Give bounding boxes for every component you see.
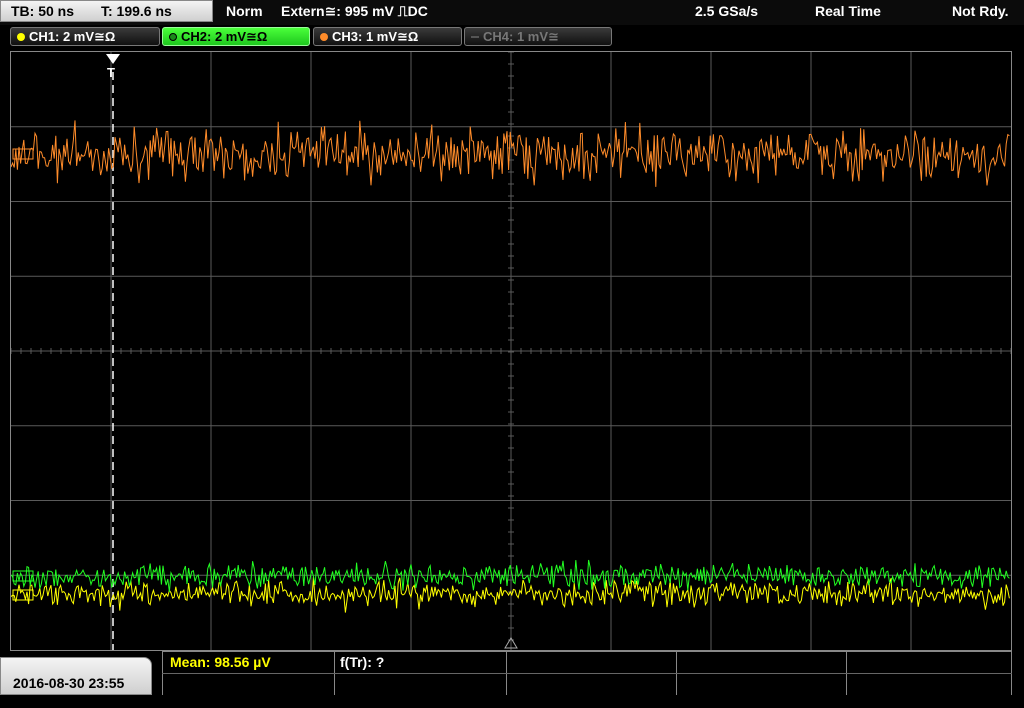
frequency-measurement: f(Tr): ? <box>340 654 385 670</box>
measurement-divider <box>162 673 1012 674</box>
channel-4-dash-icon <box>471 36 479 38</box>
channel-2-waveform <box>10 559 1010 593</box>
channel-3-button[interactable]: CH3: 1 mV≅Ω <box>313 27 462 46</box>
trigger-arrow-icon[interactable] <box>106 54 120 64</box>
acquisition-mode[interactable]: Real Time <box>815 0 881 22</box>
waveform-canvas: T <box>10 51 1012 650</box>
trigger-marker-label: T <box>107 65 115 80</box>
channel-2-button[interactable]: CH2: 2 mV≅Ω <box>162 27 310 46</box>
channel-1-button[interactable]: CH1: 2 mV≅Ω <box>10 27 160 46</box>
status-bar: TB: 50 ns T: 199.6 ns Norm Extern≅: 995 … <box>0 0 1024 25</box>
channel-2-dot-icon <box>169 33 177 41</box>
datetime-display: 2016-08-30 23:55 <box>0 657 152 695</box>
channel-1-dot-icon <box>17 33 25 41</box>
channel-3-label: CH3: 1 mV≅Ω <box>332 29 419 44</box>
acquisition-status: Not Rdy. <box>952 3 1009 19</box>
channel-2-label: CH2: 2 mV≅Ω <box>181 29 268 44</box>
waveform-display[interactable]: T <box>10 51 1012 651</box>
timebase-readout: TB: 50 ns <box>11 3 75 19</box>
channel-3-waveform <box>10 120 1010 187</box>
trigger-time-readout: T: 199.6 ns <box>101 3 172 19</box>
channel-1-label: CH1: 2 mV≅Ω <box>29 29 116 44</box>
channel-4-label: CH4: 1 mV≅ <box>483 29 559 44</box>
timebase-box[interactable]: TB: 50 ns T: 199.6 ns <box>0 0 213 22</box>
channel-bar: CH1: 2 mV≅Ω CH2: 2 mV≅Ω CH3: 1 mV≅Ω CH4:… <box>0 25 1024 49</box>
trigger-source[interactable]: Extern≅: 995 mV ⎍DC <box>281 0 428 22</box>
sample-rate: 2.5 GSa/s <box>695 3 759 19</box>
channel-4-button[interactable]: CH4: 1 mV≅ <box>464 27 612 46</box>
channel-3-dot-icon <box>320 33 328 41</box>
mean-measurement: Mean: 98.56 µV <box>170 654 271 670</box>
trigger-mode[interactable]: Norm <box>226 0 263 22</box>
measurement-bar: 2016-08-30 23:55 Mean: 98.56 µV f(Tr): ? <box>0 651 1024 695</box>
